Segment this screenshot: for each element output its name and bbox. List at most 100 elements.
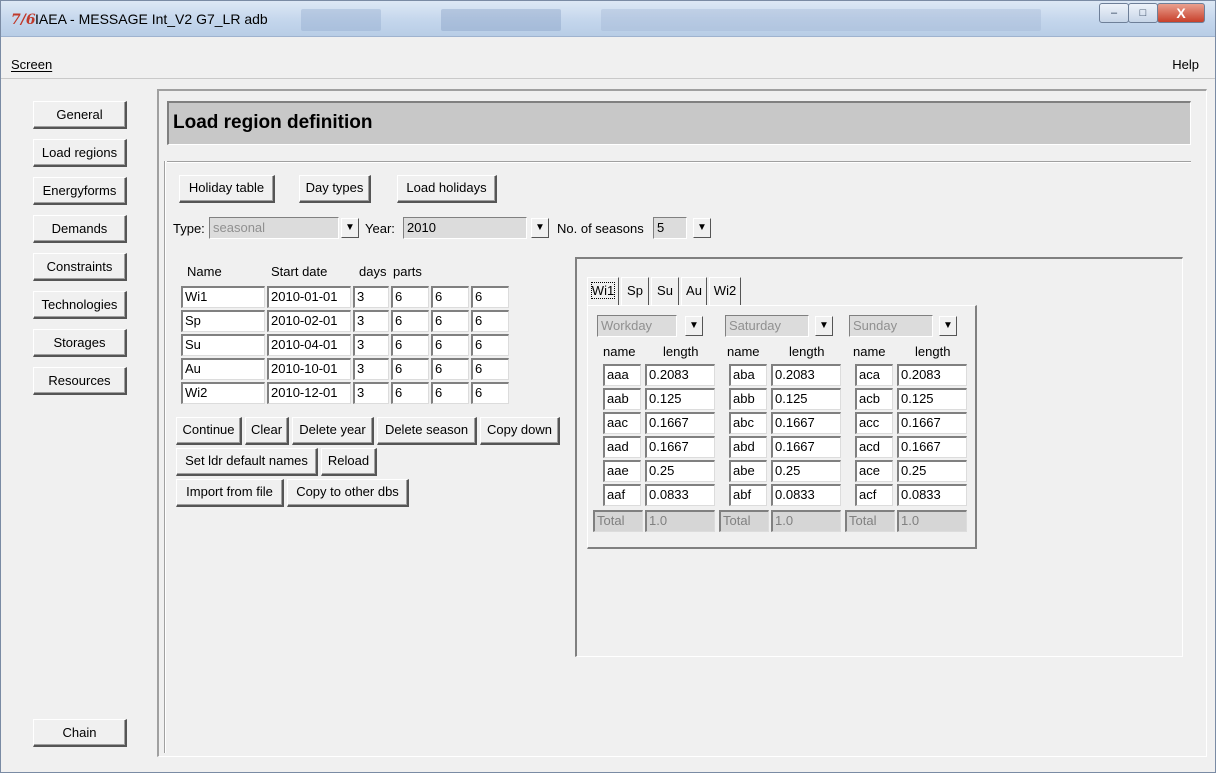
season-name-cell[interactable]: Sp [181, 310, 265, 332]
year-select[interactable]: 2010 [403, 217, 527, 239]
delete-year-button[interactable]: Delete year [292, 417, 374, 445]
daytype-length-cell[interactable]: 0.1667 [771, 412, 841, 434]
season-parts-cell[interactable]: 6 [391, 358, 429, 380]
season-parts-cell[interactable]: 6 [471, 286, 509, 308]
saturday-dropdown-arrow-icon[interactable]: ▼ [815, 316, 833, 336]
seasons-select[interactable]: 5 [653, 217, 687, 239]
daytype-name-cell[interactable]: acb [855, 388, 893, 410]
season-start-cell[interactable]: 2010-01-01 [267, 286, 351, 308]
daytype-name-cell[interactable]: aad [603, 436, 641, 458]
daytype-length-cell[interactable]: 0.2083 [771, 364, 841, 386]
daytype-name-cell[interactable]: aba [729, 364, 767, 386]
type-select[interactable]: seasonal [209, 217, 339, 239]
daytype-name-cell[interactable]: abb [729, 388, 767, 410]
import-from-file-button[interactable]: Import from file [176, 479, 284, 507]
daytype-length-cell[interactable]: 0.125 [771, 388, 841, 410]
delete-season-button[interactable]: Delete season [377, 417, 477, 445]
type-dropdown-arrow-icon[interactable]: ▼ [341, 218, 359, 238]
daytype-length-cell[interactable]: 0.1667 [645, 436, 715, 458]
season-parts-cell[interactable]: 6 [431, 334, 469, 356]
sidebar-item-technologies[interactable]: Technologies [33, 291, 127, 319]
season-start-cell[interactable]: 2010-10-01 [267, 358, 351, 380]
sidebar-item-energyforms[interactable]: Energyforms [33, 177, 127, 205]
season-name-cell[interactable]: Wi2 [181, 382, 265, 404]
daytype-name-cell[interactable]: aaa [603, 364, 641, 386]
menu-help[interactable]: Help [1172, 57, 1199, 72]
daytype-length-cell[interactable]: 0.0833 [645, 484, 715, 506]
season-days-cell[interactable]: 3 [353, 382, 389, 404]
daytype-name-cell[interactable]: acd [855, 436, 893, 458]
daytype-length-cell[interactable]: 0.1667 [771, 436, 841, 458]
tab-su[interactable]: Su [651, 277, 679, 305]
close-button[interactable]: X [1157, 3, 1205, 23]
season-parts-cell[interactable]: 6 [471, 382, 509, 404]
season-days-cell[interactable]: 3 [353, 358, 389, 380]
season-parts-cell[interactable]: 6 [431, 382, 469, 404]
daytype-name-cell[interactable]: aac [603, 412, 641, 434]
copy-down-button[interactable]: Copy down [480, 417, 560, 445]
season-days-cell[interactable]: 3 [353, 310, 389, 332]
daytype-length-cell[interactable]: 0.1667 [897, 412, 967, 434]
clear-button[interactable]: Clear [245, 417, 289, 445]
tab-wi2[interactable]: Wi2 [709, 277, 741, 305]
daytype-name-cell[interactable]: aab [603, 388, 641, 410]
tab-wi1[interactable]: Wi1 [587, 277, 619, 305]
sidebar-item-general[interactable]: General [33, 101, 127, 129]
daytype-length-cell[interactable]: 0.25 [771, 460, 841, 482]
copy-to-other-dbs-button[interactable]: Copy to other dbs [287, 479, 409, 507]
daytype-name-cell[interactable]: abd [729, 436, 767, 458]
sidebar-item-load-regions[interactable]: Load regions [33, 139, 127, 167]
season-name-cell[interactable]: Wi1 [181, 286, 265, 308]
workday-select[interactable]: Workday [597, 315, 677, 337]
tab-sp[interactable]: Sp [621, 277, 649, 305]
season-parts-cell[interactable]: 6 [391, 286, 429, 308]
daytype-name-cell[interactable]: abf [729, 484, 767, 506]
season-name-cell[interactable]: Su [181, 334, 265, 356]
seasons-dropdown-arrow-icon[interactable]: ▼ [693, 218, 711, 238]
reload-button[interactable]: Reload [321, 448, 377, 476]
season-parts-cell[interactable]: 6 [431, 310, 469, 332]
year-dropdown-arrow-icon[interactable]: ▼ [531, 218, 549, 238]
title-bar[interactable]: 7/6 IAEA - MESSAGE Int_V2 G7_LR adb – □ … [1, 1, 1215, 37]
season-parts-cell[interactable]: 6 [431, 358, 469, 380]
load-holidays-button[interactable]: Load holidays [397, 175, 497, 203]
daytype-name-cell[interactable]: abe [729, 460, 767, 482]
sunday-dropdown-arrow-icon[interactable]: ▼ [939, 316, 957, 336]
daytype-length-cell[interactable]: 0.25 [645, 460, 715, 482]
daytype-length-cell[interactable]: 0.25 [897, 460, 967, 482]
season-days-cell[interactable]: 3 [353, 334, 389, 356]
tab-au[interactable]: Au [681, 277, 707, 305]
daytype-name-cell[interactable]: acc [855, 412, 893, 434]
daytype-length-cell[interactable]: 0.1667 [645, 412, 715, 434]
sidebar-item-resources[interactable]: Resources [33, 367, 127, 395]
daytype-length-cell[interactable]: 0.0833 [771, 484, 841, 506]
season-parts-cell[interactable]: 6 [391, 382, 429, 404]
season-parts-cell[interactable]: 6 [471, 358, 509, 380]
season-parts-cell[interactable]: 6 [391, 334, 429, 356]
holiday-table-button[interactable]: Holiday table [179, 175, 275, 203]
season-parts-cell[interactable]: 6 [431, 286, 469, 308]
workday-dropdown-arrow-icon[interactable]: ▼ [685, 316, 703, 336]
sidebar-item-storages[interactable]: Storages [33, 329, 127, 357]
sunday-select[interactable]: Sunday [849, 315, 933, 337]
daytype-name-cell[interactable]: abc [729, 412, 767, 434]
daytype-length-cell[interactable]: 0.2083 [897, 364, 967, 386]
season-start-cell[interactable]: 2010-04-01 [267, 334, 351, 356]
chain-button[interactable]: Chain [33, 719, 127, 747]
daytype-name-cell[interactable]: acf [855, 484, 893, 506]
daytype-length-cell[interactable]: 0.0833 [897, 484, 967, 506]
season-days-cell[interactable]: 3 [353, 286, 389, 308]
sidebar-item-constraints[interactable]: Constraints [33, 253, 127, 281]
sidebar-item-demands[interactable]: Demands [33, 215, 127, 243]
season-start-cell[interactable]: 2010-12-01 [267, 382, 351, 404]
season-name-cell[interactable]: Au [181, 358, 265, 380]
set-default-names-button[interactable]: Set ldr default names [176, 448, 318, 476]
daytype-name-cell[interactable]: aaf [603, 484, 641, 506]
maximize-button[interactable]: □ [1128, 3, 1158, 23]
minimize-button[interactable]: – [1099, 3, 1129, 23]
continue-button[interactable]: Continue [176, 417, 242, 445]
season-parts-cell[interactable]: 6 [471, 310, 509, 332]
daytype-length-cell[interactable]: 0.125 [897, 388, 967, 410]
menu-screen[interactable]: Screen [11, 57, 52, 72]
day-types-button[interactable]: Day types [299, 175, 371, 203]
